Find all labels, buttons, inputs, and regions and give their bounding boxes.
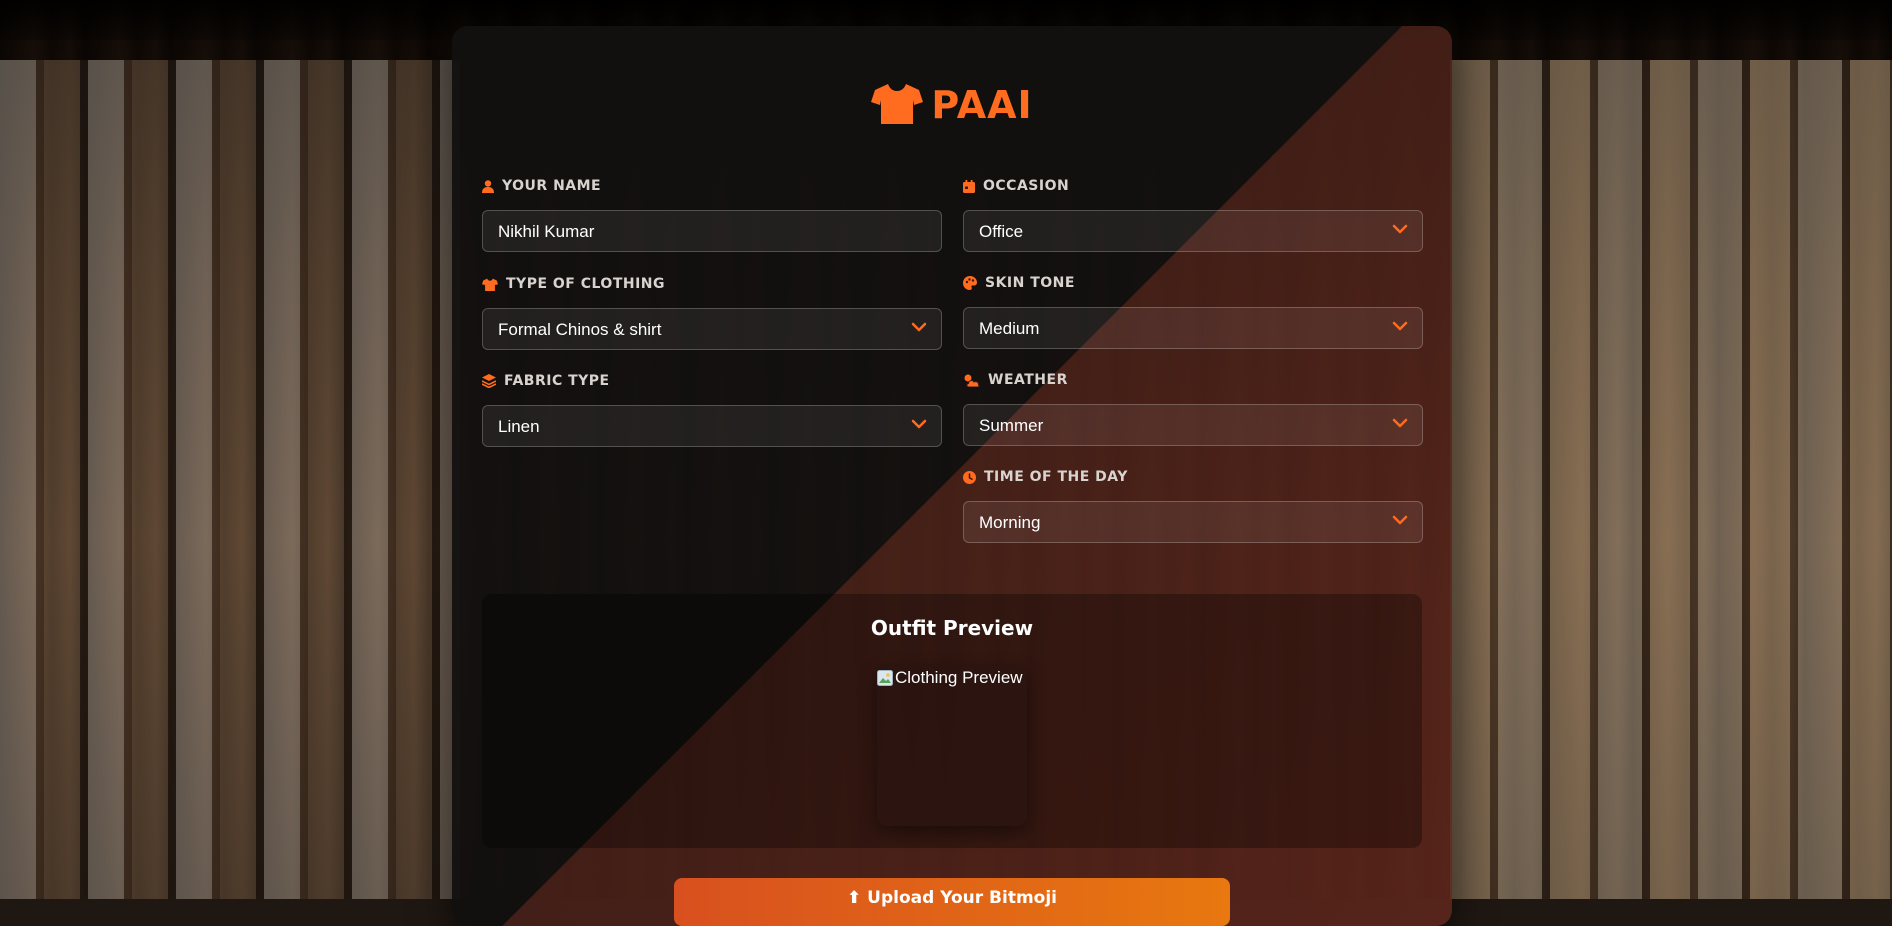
clothing-select[interactable]: Formal Chinos & shirt (482, 308, 942, 350)
clothing-label: TYPE OF CLOTHING (482, 274, 942, 294)
chevron-down-icon (1392, 515, 1408, 525)
time-field: TIME OF THE DAY Morning (963, 467, 1423, 543)
chevron-down-icon (1392, 224, 1408, 234)
clothing-field: TYPE OF CLOTHING Formal Chinos & shirt (482, 274, 942, 350)
chevron-down-icon (911, 419, 927, 429)
chevron-down-icon (911, 322, 927, 332)
clothes-rack-left (0, 60, 460, 899)
weather-label: WEATHER (963, 370, 1423, 390)
fabric-label: FABRIC TYPE (482, 371, 942, 391)
calendar-icon (963, 179, 975, 193)
chevron-down-icon (1392, 418, 1408, 428)
chevron-down-icon (1392, 321, 1408, 331)
name-input[interactable]: Nikhil Kumar (482, 210, 942, 252)
skin-tone-label: SKIN TONE (963, 273, 1423, 293)
outfit-form-card: PAAI YOUR NAME Nikhil Kumar TYPE OF CLOT… (452, 26, 1452, 926)
tshirt-icon (871, 82, 924, 133)
occasion-select[interactable]: Office (963, 210, 1423, 252)
clothes-rack-right (1450, 60, 1892, 899)
skin-tone-field: SKIN TONE Medium (963, 273, 1423, 349)
user-icon (482, 179, 494, 193)
outfit-preview-title: Outfit Preview (870, 616, 1034, 640)
upload-bitmoji-button[interactable]: ⬆ Upload Your Bitmoji (674, 878, 1230, 926)
name-field: YOUR NAME Nikhil Kumar (482, 176, 942, 252)
time-label: TIME OF THE DAY (963, 467, 1423, 487)
brand-name: PAAI (931, 83, 1033, 127)
fabric-select[interactable]: Linen (482, 405, 942, 447)
tshirt-icon (482, 278, 498, 291)
broken-image-icon (877, 670, 893, 686)
clock-icon (963, 470, 976, 484)
fabric-field: FABRIC TYPE Linen (482, 371, 942, 447)
weather-field: WEATHER Summer (963, 370, 1423, 446)
skin-tone-select[interactable]: Medium (963, 307, 1423, 349)
app-logo: PAAI (452, 82, 1452, 133)
palette-icon (963, 276, 977, 290)
image-alt-text: Clothing Preview (895, 668, 1023, 687)
occasion-field: OCCASION Office (963, 176, 1423, 252)
name-label: YOUR NAME (482, 176, 942, 196)
clothing-preview-image: Clothing Preview (877, 666, 1027, 826)
weather-select[interactable]: Summer (963, 404, 1423, 446)
layers-icon (482, 374, 496, 388)
outfit-preview-panel: Outfit Preview Clothing Preview (482, 594, 1422, 848)
cloud-sun-icon (964, 374, 980, 387)
time-select[interactable]: Morning (963, 501, 1423, 543)
occasion-label: OCCASION (963, 176, 1423, 196)
